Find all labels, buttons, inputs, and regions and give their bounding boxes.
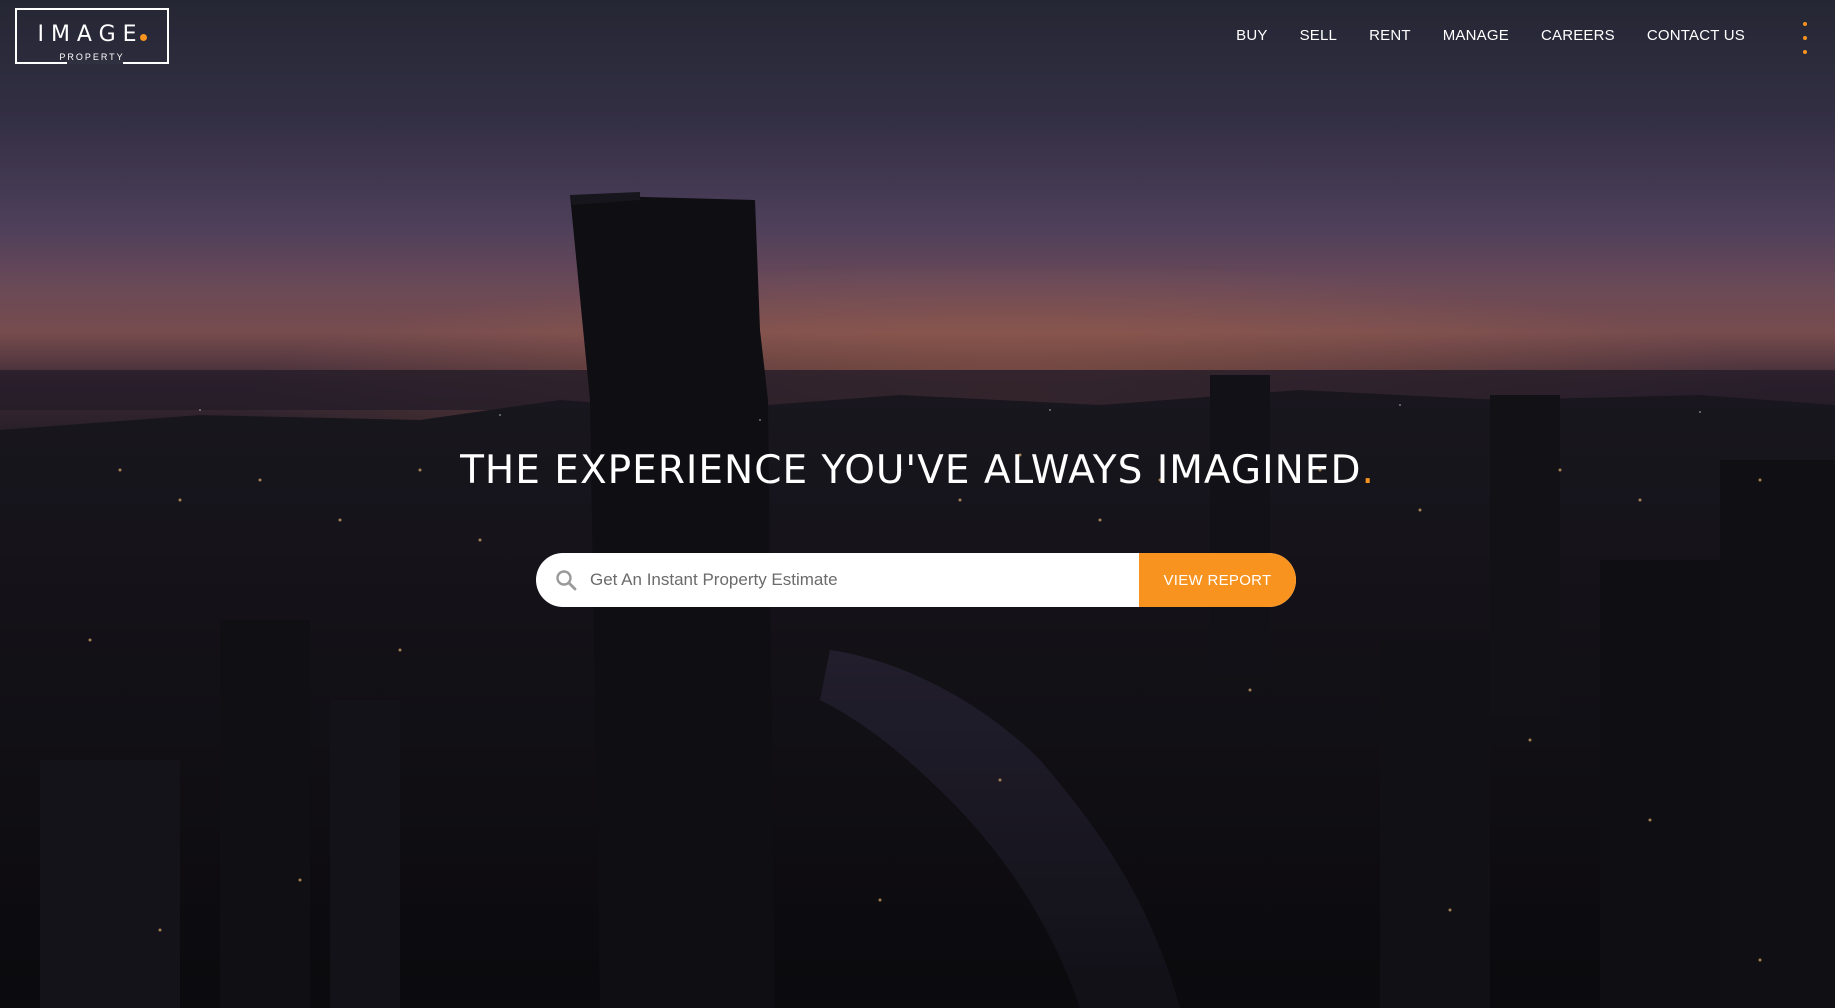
logo-accent-dot-icon [139,34,147,41]
logo-subtext-wrap: PROPERTY [17,50,167,68]
view-report-button[interactable]: VIEW REPORT [1139,553,1296,607]
logo-text: IMAGE [37,22,144,47]
search-field [536,553,1139,607]
hero-headline: THE EXPERIENCE YOU'VE ALWAYS IMAGINED. [0,448,1835,493]
background-dim-overlay [0,0,1835,1008]
hero-headline-accent-dot: . [1361,448,1375,493]
logo-wordmark: IMAGE [17,22,167,47]
nav-item-careers[interactable]: CAREERS [1541,27,1615,44]
nav-item-contact-us[interactable]: CONTACT US [1647,27,1745,44]
search-icon [556,570,577,591]
menu-dot [1803,22,1807,26]
main-nav: BUY SELL RENT MANAGE CAREERS CONTACT US [1204,27,1745,44]
vertical-dots-menu-icon[interactable] [1801,22,1809,54]
brand-logo[interactable]: IMAGE PROPERTY [15,8,169,64]
hero-page: IMAGE PROPERTY BUY SELL RENT MANAGE CARE… [0,0,1835,1008]
nav-item-buy[interactable]: BUY [1236,27,1267,44]
property-estimate-search-bar: VIEW REPORT [536,553,1296,607]
nav-item-sell[interactable]: SELL [1300,27,1338,44]
menu-dot [1803,50,1807,54]
menu-dot [1803,36,1807,40]
nav-item-rent[interactable]: RENT [1369,27,1411,44]
nav-item-manage[interactable]: MANAGE [1443,27,1509,44]
property-estimate-input[interactable] [588,554,1139,606]
hero-headline-text: THE EXPERIENCE YOU'VE ALWAYS IMAGINED [460,448,1362,493]
logo-subtext: PROPERTY [59,52,125,62]
